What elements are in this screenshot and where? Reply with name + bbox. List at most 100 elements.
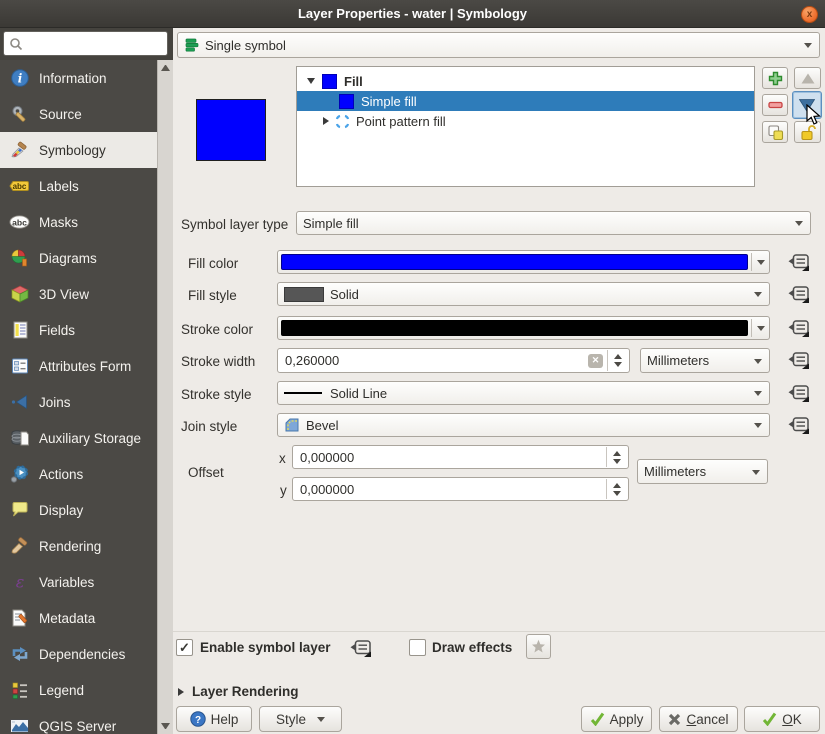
fill-color-override-button[interactable] xyxy=(782,251,816,275)
sidebar-item-label: Attributes Form xyxy=(39,359,131,374)
offset-x-spinbox[interactable]: 0,000000 xyxy=(292,445,629,469)
masks-icon: abc xyxy=(9,212,30,233)
stroke-width-unit-value: Millimeters xyxy=(647,353,709,368)
tree-item-simple-fill[interactable]: Simple fill xyxy=(297,91,754,111)
chevron-down-icon xyxy=(754,391,762,396)
spin-down-icon[interactable] xyxy=(614,362,622,367)
sidebar-item-dependencies[interactable]: Dependencies xyxy=(0,636,157,672)
remove-symbol-layer-button[interactable] xyxy=(762,94,788,116)
spin-up-icon[interactable] xyxy=(614,354,622,359)
sidebar-item-label: Rendering xyxy=(39,539,101,554)
search-input[interactable] xyxy=(23,37,153,51)
sidebar-item-labels[interactable]: abc Labels xyxy=(0,168,157,204)
clear-field-icon[interactable]: ✕ xyxy=(588,354,603,368)
apply-button[interactable]: Apply xyxy=(581,706,652,732)
tree-item-label: Fill xyxy=(344,74,363,89)
symbol-layer-type-label: Symbol layer type xyxy=(181,217,288,232)
stroke-style-label: Stroke style xyxy=(181,387,252,402)
sidebar-item-fields[interactable]: Fields xyxy=(0,312,157,348)
sidebar-item-joins[interactable]: Joins xyxy=(0,384,157,420)
sidebar-item-rendering[interactable]: Rendering xyxy=(0,528,157,564)
tree-item-fill[interactable]: Fill xyxy=(297,71,754,91)
renderer-combobox[interactable]: Single symbol xyxy=(177,32,820,58)
sidebar-item-legend[interactable]: Legend xyxy=(0,672,157,708)
sidebar-item-3d-view[interactable]: 3D View xyxy=(0,276,157,312)
stroke-color-override-button[interactable] xyxy=(782,317,816,341)
spin-up-icon[interactable] xyxy=(613,451,621,456)
chevron-down-icon xyxy=(752,470,760,475)
tree-item-point-pattern-fill[interactable]: Point pattern fill xyxy=(297,111,754,131)
sidebar-item-masks[interactable]: abc Masks xyxy=(0,204,157,240)
rendering-icon xyxy=(9,536,30,557)
stroke-style-value: Solid Line xyxy=(330,386,387,401)
sidebar-item-display[interactable]: Display xyxy=(0,492,157,528)
duplicate-symbol-layer-button[interactable] xyxy=(762,121,788,143)
stroke-color-button[interactable] xyxy=(277,316,770,340)
expander-closed-icon xyxy=(178,688,184,696)
join-style-combobox[interactable]: Bevel xyxy=(277,413,770,437)
star-icon xyxy=(531,639,546,654)
fill-style-override-button[interactable] xyxy=(782,283,816,307)
enable-symbol-layer-checkbox[interactable]: ✓ xyxy=(176,639,193,656)
spin-down-icon[interactable] xyxy=(613,491,621,496)
title-bar: Layer Properties - water | Symbology x xyxy=(0,0,825,28)
sidebar-item-auxiliary-storage[interactable]: Auxiliary Storage xyxy=(0,420,157,456)
search-strip xyxy=(0,28,173,60)
sidebar-item-label: Source xyxy=(39,107,82,122)
joins-icon xyxy=(9,392,30,413)
fill-color-button[interactable] xyxy=(277,250,770,274)
sidebar-item-source[interactable]: Source xyxy=(0,96,157,132)
style-button[interactable]: Style xyxy=(259,706,342,732)
move-up-button[interactable] xyxy=(794,67,821,89)
spin-up-icon[interactable] xyxy=(613,483,621,488)
draw-effects-checkbox[interactable] xyxy=(409,639,426,656)
offset-unit-combobox[interactable]: Millimeters xyxy=(637,459,768,484)
sidebar-item-attributes-form[interactable]: Attributes Form xyxy=(0,348,157,384)
scroll-down-icon[interactable] xyxy=(161,723,170,729)
add-symbol-layer-button[interactable] xyxy=(762,67,788,89)
stroke-style-override-button[interactable] xyxy=(782,382,816,406)
symbol-layer-type-combobox[interactable]: Simple fill xyxy=(296,211,811,235)
cancel-button[interactable]: Cancel xyxy=(659,706,738,732)
fill-style-combobox[interactable]: Solid xyxy=(277,282,770,306)
layer-rendering-section[interactable]: Layer Rendering xyxy=(178,684,299,699)
expander-closed-icon[interactable] xyxy=(323,117,329,125)
offset-y-spinbox[interactable]: 0,000000 xyxy=(292,477,629,501)
expander-open-icon[interactable] xyxy=(307,78,315,84)
divider xyxy=(751,253,752,271)
help-button[interactable]: ? Help xyxy=(176,706,252,732)
search-box[interactable] xyxy=(3,31,168,56)
stroke-width-spinbox[interactable]: 0,260000 ✕ xyxy=(277,348,630,373)
spinner-buttons[interactable] xyxy=(606,447,627,467)
spin-down-icon[interactable] xyxy=(613,459,621,464)
chevron-down-icon xyxy=(754,423,762,428)
customize-effects-button[interactable] xyxy=(526,634,551,659)
ok-button[interactable]: OK xyxy=(744,706,820,732)
enable-symbol-layer-override-button[interactable] xyxy=(344,637,378,661)
stroke-style-combobox[interactable]: Solid Line xyxy=(277,381,770,405)
minus-icon xyxy=(768,101,783,109)
join-style-override-button[interactable] xyxy=(782,414,816,438)
offset-y-value: 0,000000 xyxy=(300,482,354,497)
fill-style-label: Fill style xyxy=(188,288,237,303)
close-button[interactable]: x xyxy=(801,6,818,23)
check-icon xyxy=(590,712,605,726)
sidebar-item-qgis-server[interactable]: QGIS Server xyxy=(0,708,157,734)
scroll-up-icon[interactable] xyxy=(161,65,170,71)
sidebar-scrollbar[interactable] xyxy=(157,60,173,734)
spinner-buttons[interactable] xyxy=(606,479,627,499)
chevron-down-icon xyxy=(317,717,325,722)
sidebar-item-label: Metadata xyxy=(39,611,95,626)
sidebar-item-variables[interactable]: ε Variables xyxy=(0,564,157,600)
sidebar-item-actions[interactable]: Actions xyxy=(0,456,157,492)
sidebar-item-label: Display xyxy=(39,503,83,518)
sidebar-item-information[interactable]: i Information xyxy=(0,60,157,96)
spinner-buttons[interactable] xyxy=(607,350,628,371)
search-icon xyxy=(9,37,23,51)
sidebar-item-symbology[interactable]: Symbology xyxy=(0,132,157,168)
sidebar-item-metadata[interactable]: Metadata xyxy=(0,600,157,636)
stroke-width-override-button[interactable] xyxy=(782,349,816,373)
sidebar-item-diagrams[interactable]: Diagrams xyxy=(0,240,157,276)
solid-line-icon xyxy=(284,392,322,395)
stroke-width-unit-combobox[interactable]: Millimeters xyxy=(640,348,770,373)
